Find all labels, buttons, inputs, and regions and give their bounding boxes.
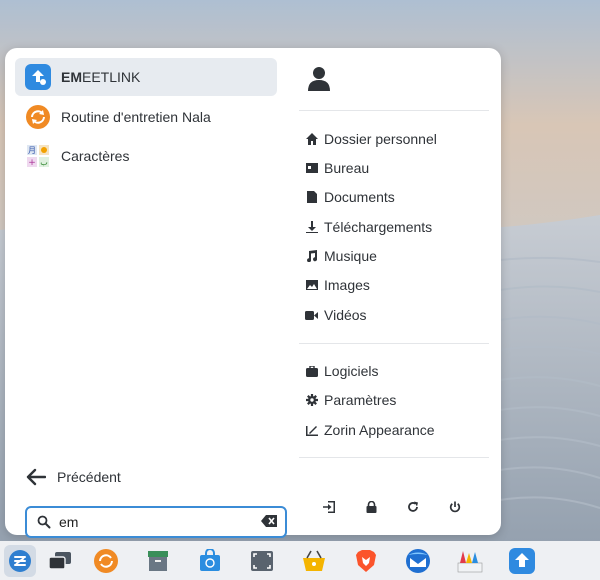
archive-icon [148, 551, 168, 571]
music-icon [305, 250, 318, 263]
basket-icon [303, 550, 325, 571]
result-nala[interactable]: Routine d'entretien Nala [15, 98, 277, 136]
settings-gear-icon [305, 394, 318, 407]
svg-text:+: + [28, 158, 36, 168]
desktop-icon [305, 162, 318, 175]
taskbar [0, 541, 600, 580]
software-icon [305, 365, 318, 378]
zorin-appearance-icon [457, 551, 483, 573]
logout-icon [323, 501, 335, 513]
user-icon [308, 67, 330, 91]
taskbar-thunderbird[interactable] [402, 545, 434, 577]
divider [299, 343, 489, 344]
result-emeetlink[interactable]: EMEETLINK [15, 58, 277, 96]
divider [299, 457, 489, 458]
application-menu: EMEETLINK Routine d'entretien Nala 月 + ب… [5, 48, 501, 538]
document-icon [305, 191, 318, 204]
download-icon [305, 221, 318, 234]
emeetlink-icon [25, 64, 51, 90]
place-videos[interactable]: Vidéos [305, 303, 367, 327]
restart-icon [408, 501, 418, 512]
clear-search-icon[interactable] [261, 515, 277, 529]
system-settings[interactable]: Paramètres [305, 388, 396, 412]
lock-button[interactable] [359, 495, 383, 519]
svg-text:月: 月 [28, 146, 36, 155]
search-box[interactable] [25, 506, 287, 538]
home-icon [305, 133, 318, 146]
nala-update-icon [25, 104, 51, 130]
system-software[interactable]: Logiciels [305, 359, 378, 383]
result-characters[interactable]: 月 + ب Caractères [15, 137, 277, 175]
taskbar-software-store[interactable] [194, 545, 226, 577]
logout-button[interactable] [317, 495, 341, 519]
system-appearance[interactable]: Zorin Appearance [305, 418, 435, 442]
taskbar-emeetlink[interactable] [506, 545, 538, 577]
places-panel: Dossier personnel Bureau Documents Téléc… [299, 48, 493, 535]
arrow-left-icon [25, 466, 47, 488]
taskbar-brave[interactable] [350, 545, 382, 577]
taskbar-nala[interactable] [90, 545, 122, 577]
image-icon [305, 279, 318, 292]
taskbar-basket[interactable] [298, 545, 330, 577]
place-music[interactable]: Musique [305, 244, 377, 268]
user-avatar[interactable] [307, 66, 335, 94]
search-input[interactable] [57, 513, 251, 531]
screenshot-icon [251, 551, 273, 571]
power-off-button[interactable] [443, 495, 467, 519]
place-documents[interactable]: Documents [305, 185, 395, 209]
place-downloads[interactable]: Téléchargements [305, 215, 432, 239]
video-icon [305, 309, 318, 322]
divider [299, 110, 489, 111]
brave-browser-icon [356, 550, 376, 572]
search-icon [37, 515, 51, 529]
place-home[interactable]: Dossier personnel [305, 127, 437, 151]
emeetlink-icon [509, 548, 535, 574]
restart-button[interactable] [401, 495, 425, 519]
workspaces-icon [49, 552, 71, 570]
appearance-icon [305, 424, 318, 437]
thunderbird-icon [406, 549, 430, 573]
characters-icon: 月 + ب [25, 143, 51, 169]
taskbar-screenshot[interactable] [246, 545, 278, 577]
svg-text:ب: ب [40, 158, 48, 167]
taskbar-archive[interactable] [142, 545, 174, 577]
place-desktop[interactable]: Bureau [305, 156, 369, 180]
power-icon [449, 501, 461, 513]
zorin-menu-button[interactable] [4, 545, 36, 577]
taskbar-appearance[interactable] [454, 545, 486, 577]
zorin-logo-icon [9, 550, 31, 572]
place-images[interactable]: Images [305, 273, 370, 297]
nala-update-icon [94, 549, 118, 573]
search-results-panel: EMEETLINK Routine d'entretien Nala 月 + ب… [15, 58, 287, 538]
taskbar-workspaces[interactable] [44, 545, 76, 577]
lock-icon [366, 501, 376, 513]
back-button[interactable]: Précédent [25, 462, 121, 492]
software-store-icon [200, 549, 220, 571]
